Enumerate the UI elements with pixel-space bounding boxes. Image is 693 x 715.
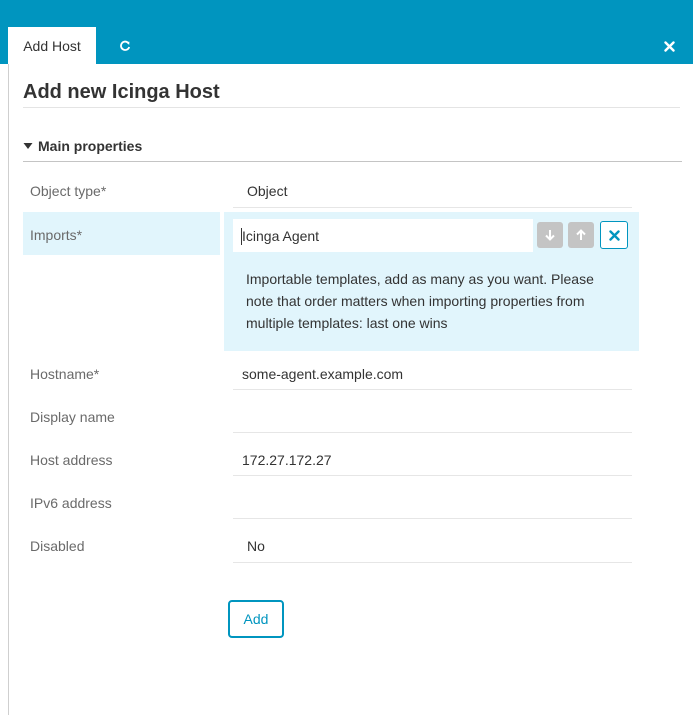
close-button[interactable] bbox=[659, 36, 679, 56]
tab-add-host[interactable]: Add Host bbox=[8, 27, 96, 64]
page-title: Add new Icinga Host bbox=[23, 81, 220, 103]
host-address-underline bbox=[233, 475, 632, 476]
top-bar bbox=[0, 0, 693, 64]
object-type-label: Object type* bbox=[30, 183, 107, 199]
object-type-select[interactable]: Object bbox=[247, 183, 287, 199]
hostname-label: Hostname* bbox=[30, 366, 100, 382]
imports-label: Imports* bbox=[30, 227, 83, 243]
caret-down-icon bbox=[23, 143, 33, 149]
title-divider bbox=[23, 107, 680, 108]
disabled-select[interactable]: No bbox=[247, 538, 265, 554]
display-name-input[interactable] bbox=[242, 409, 632, 429]
imports-help-text: Importable templates, add as many as you… bbox=[246, 271, 594, 331]
section-label: Main properties bbox=[38, 138, 143, 154]
display-name-underline bbox=[233, 432, 632, 433]
tab-refresh[interactable] bbox=[108, 30, 142, 62]
host-address-label: Host address bbox=[30, 452, 113, 468]
refresh-icon bbox=[120, 40, 131, 51]
move-up-button[interactable] bbox=[568, 222, 594, 248]
add-button[interactable]: Add bbox=[228, 600, 284, 638]
text-cursor bbox=[241, 228, 242, 245]
imports-value: Icinga Agent bbox=[242, 228, 320, 244]
move-up-icon bbox=[576, 229, 586, 240]
panel-border bbox=[8, 64, 9, 715]
close-icon bbox=[663, 40, 675, 52]
remove-icon bbox=[608, 229, 620, 241]
tab-label: Add Host bbox=[23, 37, 81, 54]
display-name-label: Display name bbox=[30, 409, 115, 425]
move-down-button[interactable] bbox=[537, 222, 563, 248]
section-divider bbox=[23, 161, 682, 162]
ipv6-address-input[interactable] bbox=[242, 495, 632, 515]
remove-import-button[interactable] bbox=[600, 221, 628, 249]
disabled-label: Disabled bbox=[30, 538, 85, 554]
section-main-properties[interactable]: Main properties bbox=[23, 138, 142, 154]
disabled-underline bbox=[233, 562, 632, 563]
host-address-input[interactable]: 172.27.172.27 bbox=[242, 452, 332, 468]
move-down-icon bbox=[545, 230, 555, 241]
ipv6-address-label: IPv6 address bbox=[30, 495, 112, 511]
ipv6-address-underline bbox=[233, 518, 632, 519]
hostname-input[interactable]: some-agent.example.com bbox=[242, 366, 403, 382]
object-type-underline bbox=[233, 207, 632, 208]
hostname-underline bbox=[233, 389, 632, 390]
